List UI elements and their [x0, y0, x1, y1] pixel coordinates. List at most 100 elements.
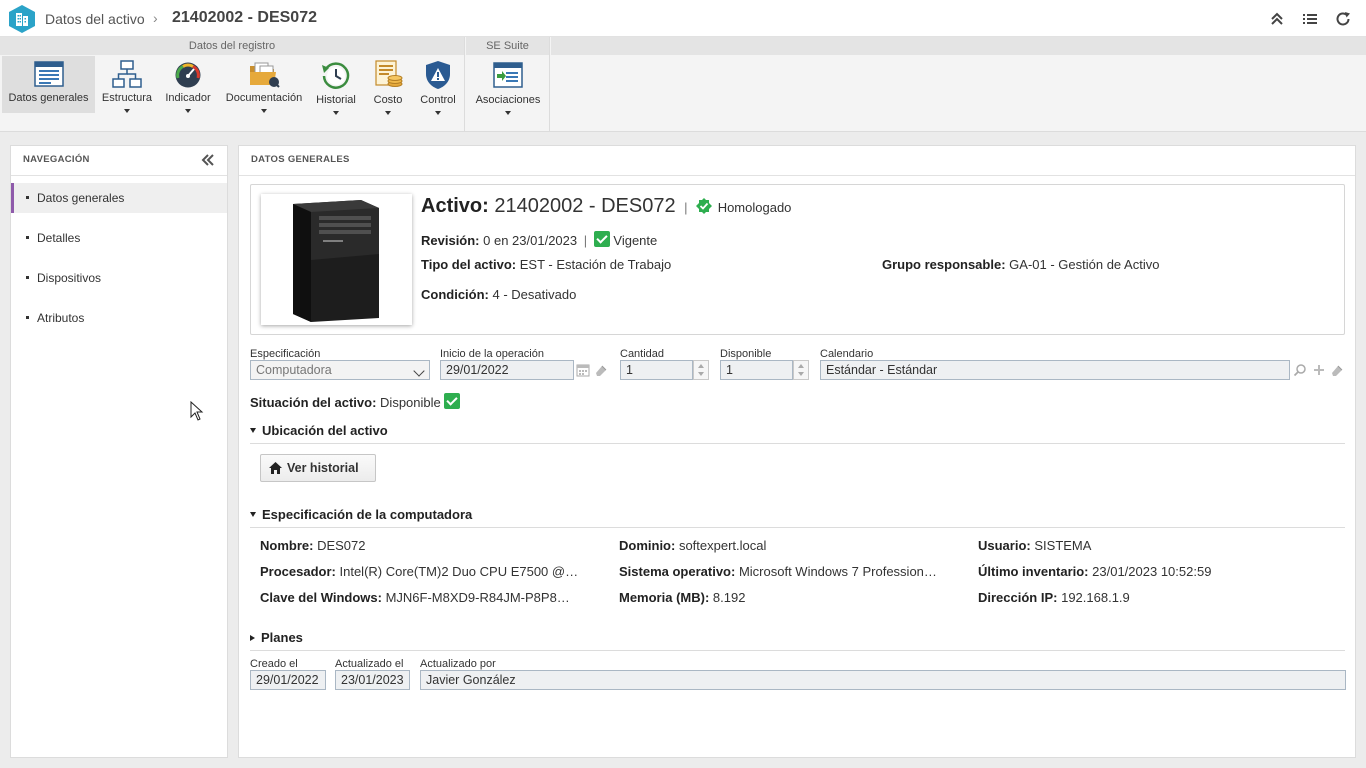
- ribbon-header-filler: [551, 37, 1366, 55]
- updated-value: 23/01/2023: [341, 673, 404, 687]
- nav-item-datos-generales[interactable]: Datos generales: [11, 183, 227, 213]
- available-value: 1: [726, 363, 733, 377]
- triangle-right-icon: [250, 635, 255, 641]
- ribbon-button-label: Estructura: [101, 92, 153, 104]
- spec-domain: Dominio: softexpert.local: [619, 538, 969, 553]
- approval-status: Homologado: [717, 200, 792, 215]
- gauge-icon: [175, 62, 201, 88]
- nav-item-atributos[interactable]: Atributos: [11, 303, 227, 333]
- bullet-icon: [26, 276, 29, 279]
- available-stepper[interactable]: [793, 360, 809, 380]
- specification-label: Especificación: [250, 348, 321, 360]
- updated-by-value: Javier González: [426, 673, 516, 687]
- chevron-down-icon: [185, 109, 191, 113]
- asset-photo: [261, 194, 412, 325]
- responsible-group-line: Grupo responsable: GA-01 - Gestión de Ac…: [882, 257, 1159, 272]
- spec-label: Sistema operativo:: [619, 564, 736, 579]
- spec-label: Clave del Windows:: [260, 590, 382, 605]
- asset-situation-line: Situación del activo: Disponible: [250, 393, 461, 410]
- add-icon[interactable]: [1312, 363, 1326, 377]
- spec-ip-address: Dirección IP: 192.168.1.9: [978, 590, 1338, 605]
- ribbon-button-documentacion[interactable]: Documentación: [222, 56, 306, 132]
- refresh-icon[interactable]: [1334, 10, 1352, 28]
- nav-item-label: Dispositivos: [37, 271, 102, 285]
- spec-label: Memoria (MB):: [619, 590, 710, 605]
- bullet-icon: [26, 196, 29, 199]
- triangle-down-icon: [250, 512, 256, 517]
- section-toggle-computer-spec[interactable]: Especificación de la computadora: [250, 507, 472, 522]
- responsible-group-label: Grupo responsable:: [882, 257, 1006, 272]
- ribbon-group-divider: [464, 37, 465, 132]
- updated-by-label: Actualizado por: [420, 658, 496, 670]
- ribbon-button-label: Historial: [316, 94, 356, 106]
- asset-title-label: Activo:: [421, 195, 489, 217]
- desktop-tower-image: [293, 200, 379, 322]
- spec-value: softexpert.local: [678, 538, 767, 553]
- spec-value: DES072: [317, 538, 366, 553]
- updated-label: Actualizado el: [335, 658, 404, 670]
- section-divider: [250, 650, 1345, 651]
- ribbon-toolbar: Datos del registro SE Suite Datos genera…: [0, 37, 1366, 132]
- mouse-cursor-icon: [190, 401, 204, 421]
- operation-start-label: Inicio de la operación: [440, 348, 544, 360]
- spec-memory: Memoria (MB): 8.192: [619, 590, 969, 605]
- chevron-down-icon: [124, 109, 130, 113]
- calendar-field[interactable]: Estándar - Estándar: [820, 360, 1290, 380]
- spec-value: 23/01/2023 10:52:59: [1092, 564, 1212, 579]
- breadcrumb[interactable]: Datos del activo: [45, 11, 145, 27]
- spec-value: 192.168.1.9: [1061, 590, 1130, 605]
- ribbon-button-datos-generales[interactable]: Datos generales: [2, 56, 95, 113]
- check-icon: [593, 231, 610, 247]
- revision-line: Revisión: 0 en 23/01/2023 | Vigente: [421, 231, 657, 248]
- bullet-icon: [26, 236, 29, 239]
- spec-processor: Procesador: Intel(R) Core(TM)2 Duo CPU E…: [260, 564, 610, 579]
- ribbon-button-label: Datos generales: [8, 92, 89, 104]
- ribbon-button-estructura[interactable]: Estructura: [100, 56, 154, 132]
- asset-title-value: 21402002 - DES072: [494, 195, 676, 217]
- asset-situation-value: Disponible: [380, 395, 441, 410]
- ribbon-button-control[interactable]: Control: [416, 56, 460, 132]
- ribbon-group-header: SE Suite: [466, 37, 549, 55]
- quantity-field[interactable]: 1: [620, 360, 693, 380]
- nav-item-dispositivos[interactable]: Dispositivos: [11, 263, 227, 293]
- section-toggle-plans[interactable]: Planes: [250, 630, 303, 645]
- nav-item-label: Atributos: [37, 311, 85, 325]
- collapse-left-icon[interactable]: [201, 154, 215, 166]
- section-title: Planes: [261, 630, 303, 645]
- ribbon-button-indicador[interactable]: Indicador: [162, 56, 214, 132]
- chevron-down-icon: [435, 111, 441, 115]
- nav-item-label: Datos generales: [37, 191, 125, 205]
- check-icon: [444, 393, 461, 409]
- ribbon-button-costo[interactable]: Costo: [366, 56, 410, 132]
- chevron-down-icon: [385, 111, 391, 115]
- section-title: Ubicación del activo: [262, 423, 388, 438]
- section-toggle-location[interactable]: Ubicación del activo: [250, 423, 388, 438]
- quantity-label: Cantidad: [620, 348, 665, 360]
- clear-eraser-icon[interactable]: [594, 363, 608, 377]
- nav-item-detalles[interactable]: Detalles: [11, 223, 227, 253]
- list-icon[interactable]: [1301, 10, 1319, 28]
- associations-icon: [493, 62, 523, 88]
- view-history-button[interactable]: Ver historial: [260, 454, 376, 482]
- revision-label: Revisión:: [421, 233, 480, 248]
- operation-start-field[interactable]: 29/01/2022: [440, 360, 574, 380]
- responsible-group-value: GA-01 - Gestión de Activo: [1009, 257, 1160, 272]
- clear-eraser-icon[interactable]: [1330, 363, 1344, 377]
- search-icon[interactable]: [1293, 363, 1307, 377]
- calendar-icon[interactable]: [576, 363, 590, 377]
- nav-item-label: Detalles: [37, 231, 81, 245]
- available-field[interactable]: 1: [720, 360, 793, 380]
- ribbon-button-historial[interactable]: Historial: [311, 56, 361, 132]
- spec-label: Dominio:: [619, 538, 676, 553]
- specification-select[interactable]: Computadora: [250, 360, 430, 380]
- updated-by-field: Javier González: [420, 670, 1346, 690]
- quantity-stepper[interactable]: [693, 360, 709, 380]
- created-label: Creado el: [250, 658, 298, 670]
- ribbon-button-label: Asociaciones: [475, 94, 541, 106]
- condition-value: 4 - Desativado: [492, 287, 577, 302]
- collapse-up-icon[interactable]: [1268, 10, 1286, 28]
- calendar-value: Estándar - Estándar: [826, 363, 938, 377]
- ribbon-button-asociaciones[interactable]: Asociaciones: [472, 56, 544, 132]
- title-separator: |: [684, 200, 688, 215]
- section-title: Especificación de la computadora: [262, 507, 473, 522]
